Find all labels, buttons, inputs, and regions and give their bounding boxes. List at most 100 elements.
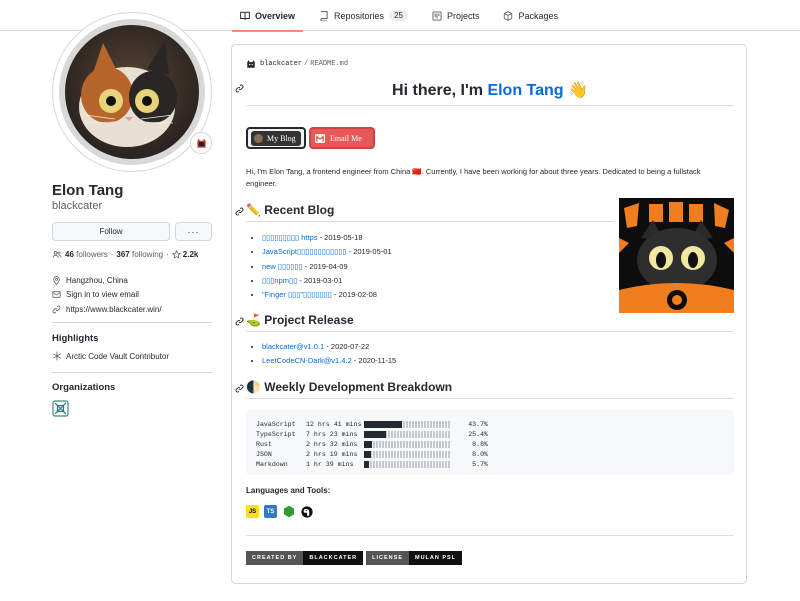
breakdown-time: 1 hr 39 mins [306, 461, 354, 469]
cat-illustration [79, 41, 177, 147]
greeting-text: Hi there, I'm [392, 82, 488, 99]
nodejs-icon[interactable] [282, 505, 295, 518]
breakdown-bar-fill [364, 440, 372, 448]
highlight-label: Arctic Code Vault Contributor [66, 351, 170, 361]
separator-dot: · [166, 250, 169, 259]
book-icon [240, 11, 250, 20]
breakdown-percent: 8.0% [472, 451, 488, 459]
follow-button[interactable]: Follow [52, 222, 170, 241]
breakdown-bar-fill [364, 451, 371, 459]
organizations-title: Organizations [52, 382, 116, 393]
project-release-heading: ⛳ Project Release [246, 313, 354, 327]
license-label: LICENSE [366, 551, 409, 565]
cat-artwork-image [619, 198, 734, 313]
stars-link[interactable]: 2.2k [171, 250, 198, 259]
follow-stats: 46 followers · 367 following · 2.2k [52, 250, 198, 259]
release-date: - 2020-07-22 [324, 342, 370, 351]
tab-repositories[interactable]: Repositories 25 [311, 0, 416, 31]
website-row[interactable]: https://www.blackcater.win/ [52, 302, 162, 317]
blog-list: ▯▯▯▯▯▯▯▯▯ https - 2019-05-18 JavaScript▯… [262, 231, 392, 302]
breakdown-bar [364, 451, 450, 459]
breakdown-time: 2 hrs 19 mins [306, 451, 358, 459]
avatar[interactable] [52, 12, 212, 172]
email-row[interactable]: Sign in to view email [52, 288, 162, 303]
recent-blog-heading: ✏️ Recent Blog [246, 203, 335, 217]
list-item: ▯▯▯npm▯▯ - 2019-03-01 [262, 274, 392, 288]
greeting-name-link[interactable]: Elon Tang [487, 82, 563, 99]
release-link[interactable]: LeetCodeCN-Dark@v1.4.2 [262, 356, 352, 365]
javascript-icon[interactable]: JS [246, 505, 259, 518]
org-logo-icon [52, 400, 69, 417]
blog-post-link[interactable]: new ▯▯▯▯▯▯ [262, 262, 303, 271]
profile-name: Elon Tang [52, 182, 124, 199]
release-date: - 2020-11-15 [351, 356, 397, 366]
breakdown-row: JSON 2 hrs 19 mins 8.0% [256, 450, 724, 460]
email-text[interactable]: Sign in to view email [66, 290, 139, 299]
deno-icon[interactable] [300, 505, 313, 518]
typescript-icon[interactable]: TS [264, 505, 277, 518]
path-separator: / [304, 60, 309, 68]
list-item: new ▯▯▯▯▯▯ - 2019-04-09 [262, 260, 392, 274]
tab-overview[interactable]: Overview [232, 0, 304, 32]
following-link[interactable]: 367 following [116, 250, 163, 259]
section-rule [246, 398, 734, 399]
blog-post-date: - 2019-03-01 [297, 275, 343, 285]
blog-post-date: - 2019-02-08 [331, 290, 377, 300]
profile-details: Hangzhou, China Sign in to view email ht… [52, 273, 162, 317]
my-blog-badge[interactable]: My Blog [246, 127, 306, 149]
blog-post-link[interactable]: ▯▯▯▯▯▯▯▯▯ https [262, 233, 318, 242]
anchor-link-icon[interactable] [235, 317, 244, 326]
breakdown-time: 12 hrs 41 mins [306, 420, 362, 428]
status-icon[interactable] [190, 132, 212, 154]
breakdown-bar [364, 461, 450, 469]
license-value[interactable]: MULAN PSL [409, 551, 463, 565]
website-link[interactable]: https://www.blackcater.win/ [66, 305, 162, 314]
release-link[interactable]: blackcater@v1.0.1 [262, 342, 324, 351]
more-options-button[interactable]: ··· [175, 222, 212, 241]
profile-tabs: Overview Repositories 25 Projects Packag… [232, 0, 574, 32]
blog-post-link[interactable]: "Finger ▯▯▯"▯▯▯▯▯▯▯ [262, 290, 332, 299]
blog-badge-label: My Blog [267, 133, 296, 143]
people-icon [52, 251, 62, 258]
breakdown-bar-fill [364, 461, 369, 469]
breakdown-language: Rust [256, 440, 272, 448]
sidebar-divider [52, 372, 212, 373]
blog-post-date: - 2019-05-18 [317, 233, 363, 242]
weekly-breakdown-code-block: JavaScript 12 hrs 41 mins 43.7% TypeScri… [246, 410, 734, 475]
blog-post-date: - 2019-05-01 [346, 247, 392, 257]
list-item: LeetCodeCN-Dark@v1.4.2 - 2020-11-15 [262, 354, 396, 368]
breakdown-bar-fill [364, 420, 402, 428]
dino-circle-icon [300, 505, 313, 518]
anchor-link-icon[interactable] [235, 207, 244, 216]
languages-tools-heading: Languages and Tools: [246, 486, 331, 495]
breakdown-language: TypeScript [256, 430, 296, 438]
blog-badge-pill: My Blog [251, 130, 301, 146]
project-icon [432, 10, 442, 21]
followers-count: 46 [65, 250, 74, 259]
tab-label: Packages [518, 10, 559, 21]
highlight-item[interactable]: Arctic Code Vault Contributor [52, 351, 169, 361]
list-item: "Finger ▯▯▯"▯▯▯▯▯▯▯ - 2019-02-08 [262, 288, 392, 302]
breakdown-bar [364, 430, 450, 438]
tab-projects[interactable]: Projects [424, 0, 488, 31]
path-user-link[interactable]: blackcater [260, 60, 302, 68]
email-badge-label: Email Me [330, 133, 362, 143]
created-by-value[interactable]: BLACKCATER [303, 551, 364, 565]
email-me-badge[interactable]: Email Me [309, 127, 375, 149]
breakdown-time: 2 hrs 32 mins [306, 440, 358, 448]
readme-heading: Hi there, I'm Elon Tang 👋 [232, 80, 748, 100]
followers-link[interactable]: 46 followers [65, 250, 108, 259]
gmail-icon [315, 133, 325, 143]
breakdown-time: 7 hrs 23 mins [306, 430, 358, 438]
list-item: ▯▯▯▯▯▯▯▯▯ https - 2019-05-18 [262, 231, 392, 245]
tab-packages[interactable]: Packages [495, 0, 566, 31]
blog-post-link[interactable]: ▯▯▯npm▯▯ [262, 276, 297, 285]
weekly-breakdown-heading: 🌓 Weekly Development Breakdown [246, 380, 453, 394]
cat-icon [247, 60, 255, 68]
blog-post-link[interactable]: JavaScript▯▯▯▯▯▯▯▯▯▯▯▯ [262, 247, 347, 256]
highlights-title: Highlights [52, 333, 99, 344]
path-file: README.md [310, 60, 349, 68]
anchor-link-icon[interactable] [235, 384, 244, 393]
breakdown-row: JavaScript 12 hrs 41 mins 43.7% [256, 419, 724, 429]
organization-avatar[interactable] [52, 400, 69, 417]
